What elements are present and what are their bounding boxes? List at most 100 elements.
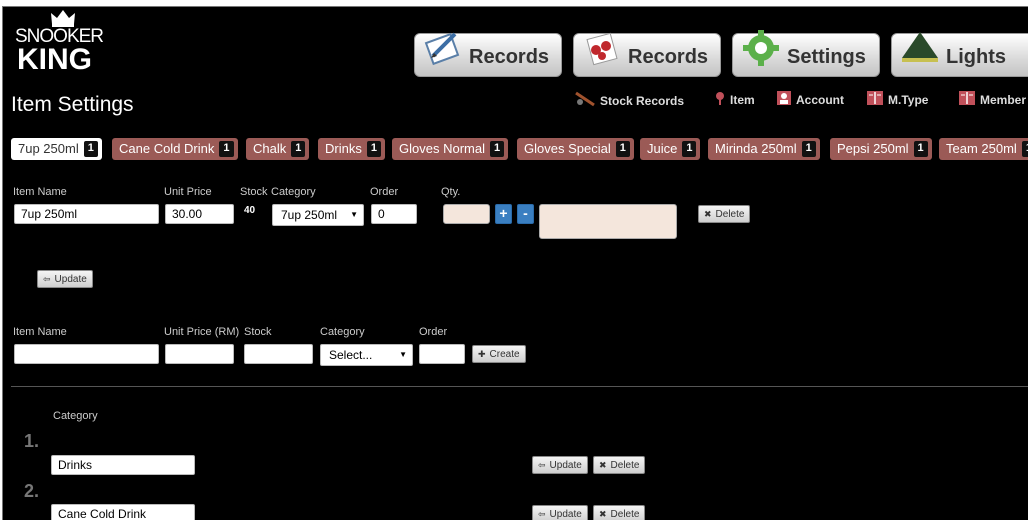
nav-settings-label: Settings — [787, 46, 866, 68]
edit-category-select[interactable]: 7up 250ml ▼ — [272, 204, 364, 226]
category-delete-button[interactable]: ✖ Delete — [593, 505, 646, 520]
create-category-select[interactable]: Select... ▼ — [320, 344, 413, 366]
edit-qty-label: Qty. — [441, 186, 461, 198]
item-count-badge: 1 — [489, 141, 505, 157]
subnav-mtype-label: M.Type — [888, 92, 929, 107]
divider — [11, 386, 1028, 387]
pin-icon — [715, 91, 725, 108]
edit-unit-price-field[interactable]: 30.00 — [165, 204, 234, 224]
edit-price-label: Unit Price — [164, 186, 212, 198]
book-icon — [959, 91, 975, 108]
item-tab-label: Pepsi 250ml — [837, 141, 909, 156]
category-name-field[interactable]: Cane Cold Drink — [51, 504, 195, 520]
item-tab-mirinda[interactable]: Mirinda 250ml 1 — [708, 138, 820, 160]
caret-down-icon: ▼ — [350, 210, 358, 219]
lamp-icon — [902, 32, 938, 62]
nav-records-2-label: Records — [628, 46, 709, 68]
account-icon — [777, 91, 791, 108]
item-tab-drinks[interactable]: Drinks 1 — [318, 138, 385, 160]
qty-input[interactable] — [443, 204, 490, 224]
item-count-badge: 1 — [615, 141, 630, 157]
nav-records-label: Records — [469, 46, 550, 68]
subnav-item-label: Item — [730, 92, 755, 107]
logo-line2: KING — [17, 43, 92, 76]
nav-records-button[interactable]: Records — [414, 32, 562, 77]
category-delete-button[interactable]: ✖ Delete — [593, 456, 646, 474]
edit-name-label: Item Name — [13, 186, 67, 198]
nav-lights-label: Lights — [946, 46, 1006, 68]
create-label: Create — [489, 348, 520, 360]
delete-icon: ✖ — [704, 208, 712, 219]
item-tab-team[interactable]: Team 250ml 1 — [939, 138, 1028, 160]
create-item-name-field[interactable] — [14, 344, 159, 364]
item-tab-chalk[interactable]: Chalk 1 — [246, 138, 310, 160]
subnav-mtype[interactable]: M.Type — [867, 91, 928, 108]
item-count-badge: 1 — [83, 141, 98, 157]
item-tab-juice[interactable]: Juice 1 — [640, 138, 701, 160]
category-header: Category — [53, 410, 98, 422]
item-tab-7up[interactable]: 7up 250ml 1 — [11, 138, 102, 160]
create-order-field[interactable] — [419, 344, 465, 364]
nav-lights-button[interactable]: Lights — [891, 32, 1028, 77]
gear-icon — [743, 30, 779, 66]
subnav-stock-records-label: Stock Records — [600, 93, 685, 108]
edit-update-button[interactable]: ⇦ Update — [37, 270, 93, 288]
item-tab-label: 7up 250ml — [18, 141, 79, 156]
create-order-label: Order — [419, 326, 448, 338]
item-count-badge: 1 — [801, 141, 816, 157]
qty-minus-button[interactable]: - — [517, 204, 534, 224]
item-tab-label: Cane Cold Drink — [119, 141, 215, 156]
subnav-member[interactable]: Member — [959, 91, 1026, 108]
item-count-badge: 1 — [913, 141, 928, 157]
update-arrow-icon: ⇦ — [43, 273, 51, 284]
page-title: Item Settings — [11, 93, 134, 116]
edit-item-name-field[interactable]: 7up 250ml — [14, 204, 159, 224]
item-count-badge: 1 — [1021, 141, 1028, 157]
item-tab-label: Gloves Special — [524, 141, 611, 156]
item-tab-gloves-special[interactable]: Gloves Special 1 — [517, 138, 634, 160]
cue-icon — [575, 91, 595, 110]
create-button[interactable]: ✚ Create — [472, 345, 526, 363]
logo: SNOOKER KING — [13, 9, 113, 79]
caret-down-icon: ▼ — [399, 350, 407, 359]
create-unit-price-field[interactable] — [165, 344, 234, 364]
item-tab-gloves-normal[interactable]: Gloves Normal 1 — [392, 138, 509, 160]
create-category-placeholder: Select... — [329, 348, 373, 362]
edit-category-value: 7up 250ml — [281, 208, 338, 222]
item-tab-label: Gloves Normal — [399, 141, 485, 156]
category-update-button[interactable]: ⇦ Update — [532, 456, 588, 474]
edit-stock-value: 40 — [244, 205, 256, 216]
subnav-account[interactable]: Account — [777, 91, 844, 108]
subnav-stock-records[interactable]: Stock Records — [575, 91, 684, 110]
app-window: SNOOKER KING Item Settings Records Recor… — [2, 6, 1028, 520]
item-tab-label: Juice — [647, 141, 678, 156]
edit-update-label: Update — [54, 273, 87, 285]
pencil-paper-icon — [424, 32, 460, 66]
edit-order-label: Order — [370, 186, 399, 198]
item-tab-cane-cold-drink[interactable]: Cane Cold Drink 1 — [112, 138, 238, 160]
edit-delete-button[interactable]: ✖ Delete — [698, 205, 751, 223]
item-tab-pepsi[interactable]: Pepsi 250ml 1 — [830, 138, 932, 160]
qty-note-textarea[interactable] — [539, 204, 677, 239]
create-stock-field[interactable] — [244, 344, 313, 364]
category-update-label: Update — [549, 459, 582, 471]
item-count-badge: 1 — [291, 141, 306, 157]
category-update-button[interactable]: ⇦ Update — [532, 505, 588, 520]
item-count-badge: 1 — [219, 141, 234, 157]
nav-settings-button[interactable]: Settings — [732, 30, 880, 77]
qty-plus-button[interactable]: + — [495, 204, 512, 224]
category-update-label: Update — [549, 508, 582, 520]
item-count-badge: 1 — [682, 141, 697, 157]
edit-delete-label: Delete — [715, 208, 745, 220]
category-name-field[interactable]: Drinks — [51, 455, 195, 475]
create-name-label: Item Name — [13, 326, 67, 338]
category-row-number: 1. — [24, 431, 40, 451]
edit-order-field[interactable]: 0 — [371, 204, 417, 224]
update-arrow-icon: ⇦ — [538, 459, 546, 470]
create-stock-label: Stock — [244, 326, 272, 338]
nav-records-2-button[interactable]: Records — [573, 32, 721, 77]
subnav-item[interactable]: Item — [715, 91, 755, 108]
item-tab-label: Drinks — [325, 141, 362, 156]
subnav-member-label: Member — [980, 92, 1027, 107]
item-tab-label: Mirinda 250ml — [715, 141, 797, 156]
